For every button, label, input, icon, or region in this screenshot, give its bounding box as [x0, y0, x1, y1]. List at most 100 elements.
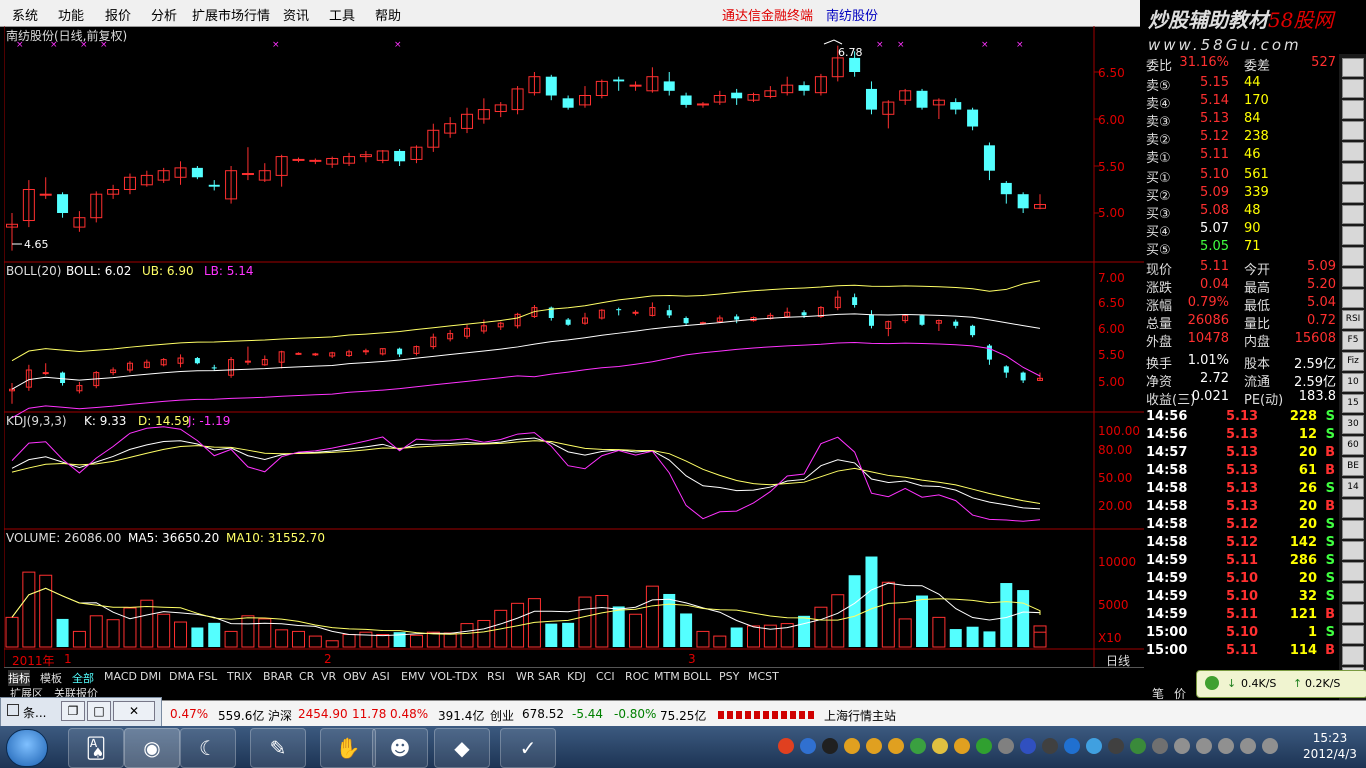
maximize-icon[interactable]: □	[87, 701, 111, 721]
menu-quote[interactable]: 报价	[105, 5, 131, 24]
paint-app-icon[interactable]: ✎	[250, 728, 306, 768]
menu-analysis[interactable]: 分析	[151, 5, 177, 24]
start-button[interactable]	[6, 729, 48, 767]
indicator-tab[interactable]: PSY	[719, 670, 739, 683]
colorwheel-app-icon[interactable]: ◉	[124, 728, 180, 768]
tray-qq-icon[interactable]	[888, 738, 904, 754]
handshake-app-icon[interactable]: ✋	[320, 728, 376, 768]
tray-printer-icon[interactable]	[1152, 738, 1168, 754]
toolbar-icon[interactable]	[1342, 142, 1364, 161]
toolbar-icon[interactable]	[1342, 79, 1364, 98]
menu-system[interactable]: 系统	[12, 5, 38, 24]
chart-canvas[interactable]: × × × × × × × × × ×	[4, 26, 1144, 667]
indicator-tab[interactable]: EMV	[401, 670, 425, 683]
tray-bluetooth-icon[interactable]	[1020, 738, 1036, 754]
menu-ext-market[interactable]: 扩展市场行情	[192, 5, 270, 24]
toolbar-icon[interactable]	[1342, 58, 1364, 77]
indicator-tab[interactable]: MCST	[748, 670, 779, 683]
indicator-tab[interactable]: KDJ	[567, 670, 586, 683]
indicator-tab[interactable]: VOL-TDX	[430, 670, 478, 683]
toolbar-icon[interactable]: 10	[1342, 373, 1364, 392]
toolbar-icon[interactable]: BE	[1342, 457, 1364, 476]
tray-s-icon[interactable]	[778, 738, 794, 754]
restore-icon[interactable]: ❐	[61, 701, 85, 721]
stock-app-icon[interactable]: ✓	[500, 728, 556, 768]
indicator-tab[interactable]: BRAR	[263, 670, 293, 683]
toolbar-icon[interactable]	[1342, 121, 1364, 140]
indicator-tab[interactable]: RSI	[487, 670, 505, 683]
tray-shield-icon[interactable]	[1086, 738, 1102, 754]
toolbar-icon[interactable]	[1342, 247, 1364, 266]
indicator-tab[interactable]: BOLL	[683, 670, 711, 683]
toolbar-icon[interactable]	[1342, 541, 1364, 560]
indicator-tab[interactable]: 模板	[40, 670, 62, 686]
tray-display-icon[interactable]	[1108, 738, 1124, 754]
tray-ime-icon[interactable]	[1218, 738, 1234, 754]
moon-app-icon[interactable]: ☾	[180, 728, 236, 768]
toolbar-icon[interactable]: F5	[1342, 331, 1364, 350]
indicator-tab[interactable]: ASI	[372, 670, 390, 683]
cards-app-icon[interactable]: 🂡	[68, 728, 124, 768]
toolbar-icon[interactable]	[1342, 562, 1364, 581]
toolbar-icon[interactable]: 60	[1342, 436, 1364, 455]
tray-qq-icon[interactable]	[1064, 738, 1080, 754]
indicator-tab[interactable]: WR	[516, 670, 535, 683]
qq-app-icon[interactable]: ☻	[372, 728, 428, 768]
toolbar-icon[interactable]	[1342, 583, 1364, 602]
indicator-tab[interactable]: MTM	[654, 670, 680, 683]
toolbar-icon[interactable]	[1342, 289, 1364, 308]
tray-qq-icon[interactable]	[954, 738, 970, 754]
tray-help-icon[interactable]	[800, 738, 816, 754]
indicator-tab[interactable]: DMA	[169, 670, 195, 683]
tray-qq-icon[interactable]	[844, 738, 860, 754]
tray-shield-icon[interactable]	[932, 738, 948, 754]
indicator-tab[interactable]: 指标	[8, 670, 30, 686]
toolbar-icon[interactable]	[1342, 520, 1364, 539]
toolbar-icon[interactable]: 15	[1342, 394, 1364, 413]
indicator-tab[interactable]: 全部	[72, 670, 94, 686]
toolbar-icon[interactable]	[1342, 163, 1364, 182]
indicator-tab[interactable]: DMI	[140, 670, 161, 683]
system-clock[interactable]: 15:23 2012/4/3	[1300, 730, 1360, 762]
tray-qq-icon[interactable]	[866, 738, 882, 754]
tray-network-icon[interactable]	[1196, 738, 1212, 754]
tray-keyboard-icon[interactable]	[1262, 738, 1278, 754]
menu-function[interactable]: 功能	[58, 5, 84, 24]
toolbar-icon[interactable]	[1342, 646, 1364, 665]
menu-info[interactable]: 资讯	[283, 5, 309, 24]
close-icon[interactable]: ✕	[113, 701, 155, 721]
indicator-tab[interactable]: FSL	[198, 670, 217, 683]
tray-flag-icon[interactable]	[1130, 738, 1146, 754]
indicator-tab[interactable]: CCI	[596, 670, 615, 683]
toolbar-icon[interactable]	[1342, 184, 1364, 203]
indicator-tab[interactable]: OBV	[343, 670, 366, 683]
indicator-tab[interactable]: ROC	[625, 670, 649, 683]
indicator-tab[interactable]: MACD	[104, 670, 137, 683]
indicator-tab[interactable]: CR	[299, 670, 314, 683]
toolbar-icon[interactable]	[1342, 205, 1364, 224]
menu-tools[interactable]: 工具	[329, 5, 355, 24]
indicator-tab[interactable]: VR	[321, 670, 336, 683]
toolbar-icon[interactable]	[1342, 604, 1364, 623]
toolbar-icon[interactable]	[1342, 226, 1364, 245]
toolbar-icon[interactable]: 30	[1342, 415, 1364, 434]
tray-plus-icon[interactable]	[976, 738, 992, 754]
indicator-tab[interactable]: TRIX	[227, 670, 252, 683]
toolbar-icon[interactable]: Fiz	[1342, 352, 1364, 371]
toolbar-icon[interactable]	[1342, 625, 1364, 644]
menu-help[interactable]: 帮助	[375, 5, 401, 24]
tray-media-icon[interactable]	[1042, 738, 1058, 754]
toolbar-icon[interactable]	[1342, 268, 1364, 287]
tray-power-icon[interactable]	[1240, 738, 1256, 754]
tray-volume-icon[interactable]	[1174, 738, 1190, 754]
toolbar-icon[interactable]	[1342, 100, 1364, 119]
toolbar-icon[interactable]: RSI	[1342, 310, 1364, 329]
tray-net-icon[interactable]	[910, 738, 926, 754]
tray-ball-icon[interactable]	[998, 738, 1014, 754]
indicator-tab[interactable]: SAR	[538, 670, 560, 683]
floating-window[interactable]: 条... ❐ □ ✕	[0, 697, 162, 727]
tdx-app-icon[interactable]: ◆	[434, 728, 490, 768]
toolbar-icon[interactable]	[1342, 499, 1364, 518]
toolbar-icon[interactable]: 14	[1342, 478, 1364, 497]
tray-arrow-icon[interactable]	[822, 738, 838, 754]
